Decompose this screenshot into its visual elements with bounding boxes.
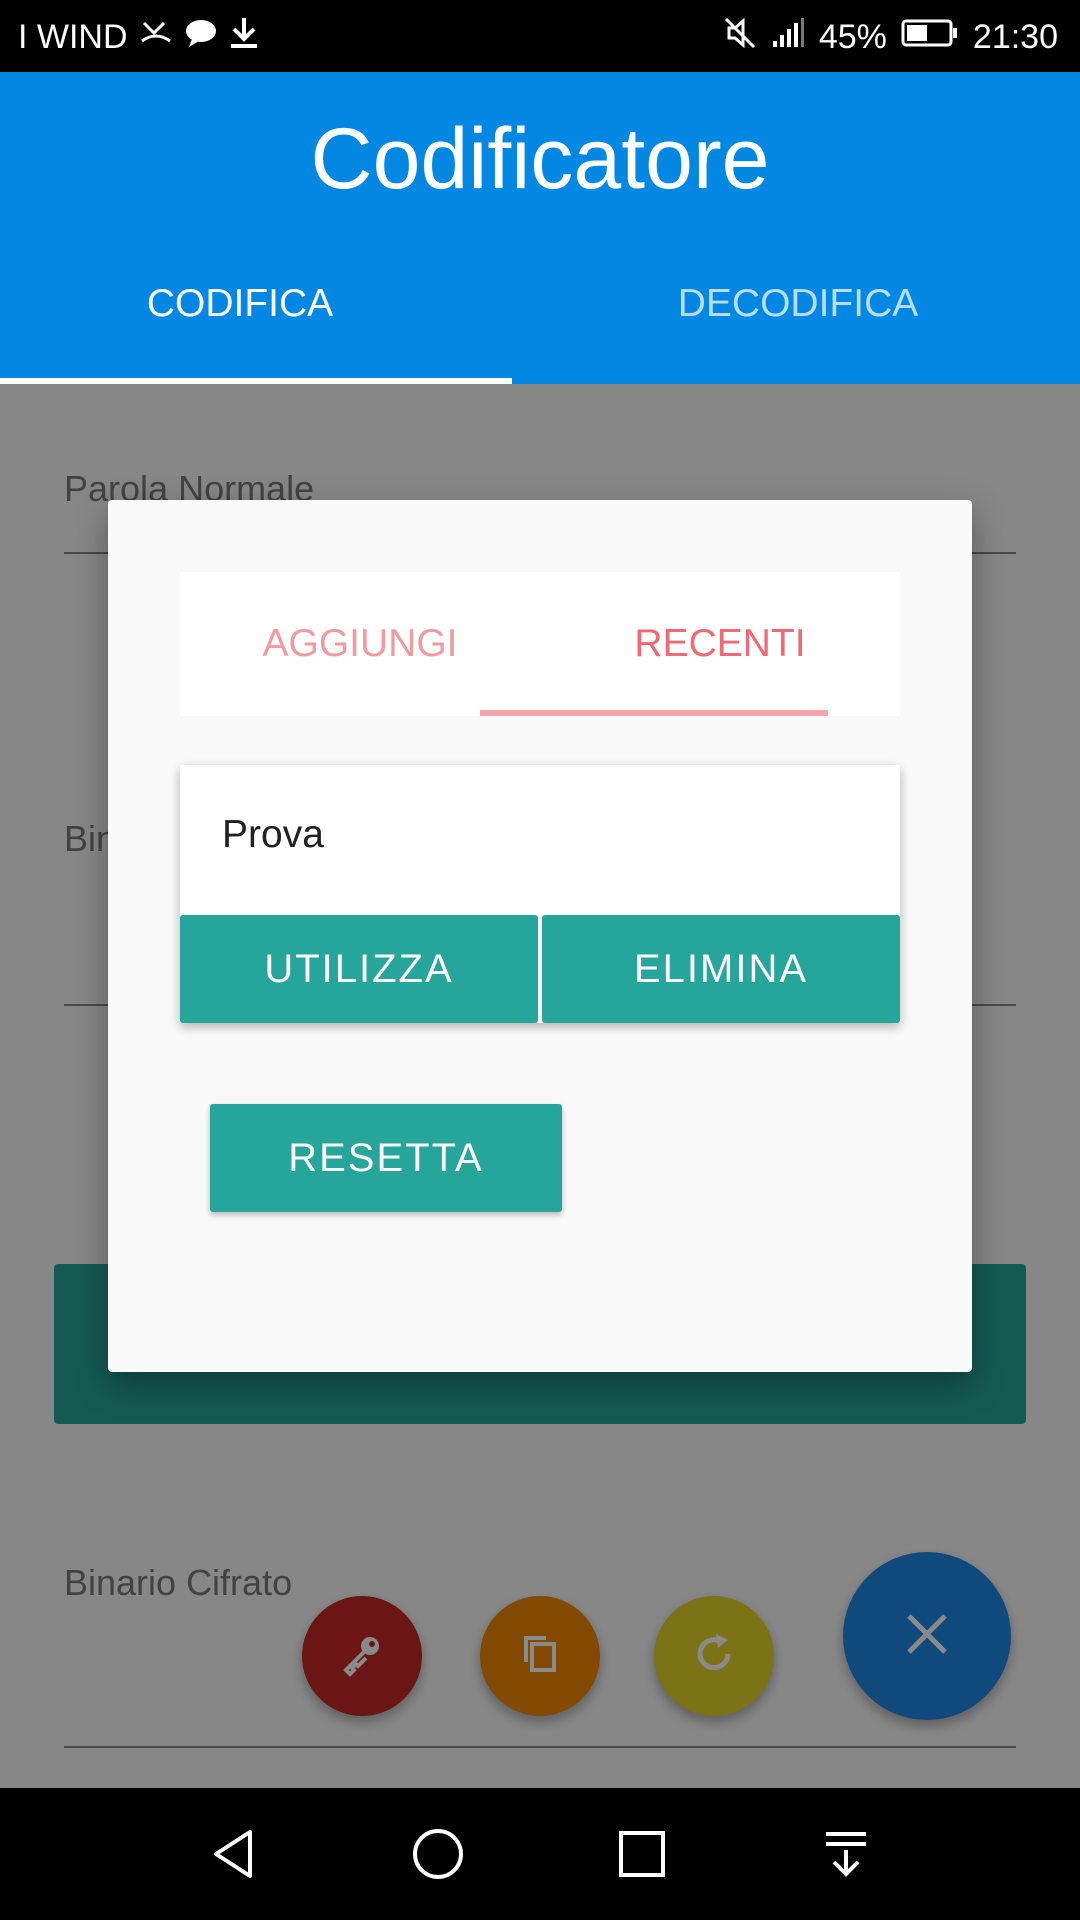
home-icon[interactable] (396, 1812, 480, 1896)
message-icon (184, 17, 218, 58)
tab-recenti[interactable]: RECENTI (540, 572, 900, 716)
navigation-bar (0, 1788, 1080, 1920)
download-icon (228, 16, 260, 59)
recents-icon[interactable] (600, 1812, 684, 1896)
back-icon[interactable] (192, 1812, 276, 1896)
clock: 21:30 (972, 18, 1058, 56)
carrier-label: I WIND (18, 18, 128, 56)
signal-icon (771, 17, 805, 58)
tab-aggiungi[interactable]: AGGIUNGI (180, 572, 540, 716)
dialog-tab-indicator (480, 710, 828, 716)
notifications-pulldown-icon[interactable] (804, 1812, 888, 1896)
recent-item-text: Prova (222, 813, 324, 856)
app-bar: Codificatore CODIFICA DECODIFICA (0, 72, 1080, 384)
status-bar: I WIND 45% 21:30 (0, 0, 1080, 72)
dialog-tab-bar: AGGIUNGI RECENTI (180, 572, 900, 716)
use-button[interactable]: UTILIZZA (180, 915, 538, 1023)
missed-call-icon (138, 17, 174, 58)
mute-icon (723, 16, 757, 59)
recent-item-card: Prova UTILIZZA ELIMINA (180, 765, 900, 1023)
battery-percent: 45% (818, 18, 887, 56)
reset-button[interactable]: RESETTA (210, 1104, 562, 1212)
battery-icon (901, 18, 959, 57)
delete-button[interactable]: ELIMINA (542, 915, 900, 1023)
recent-words-dialog: AGGIUNGI RECENTI Prova UTILIZZA ELIMINA … (108, 500, 972, 1372)
app-title: Codificatore (310, 111, 770, 207)
tab-codifica[interactable]: CODIFICA (0, 282, 510, 326)
tab-decodifica[interactable]: DECODIFICA (528, 282, 1068, 326)
recent-item[interactable]: Prova (180, 765, 900, 913)
